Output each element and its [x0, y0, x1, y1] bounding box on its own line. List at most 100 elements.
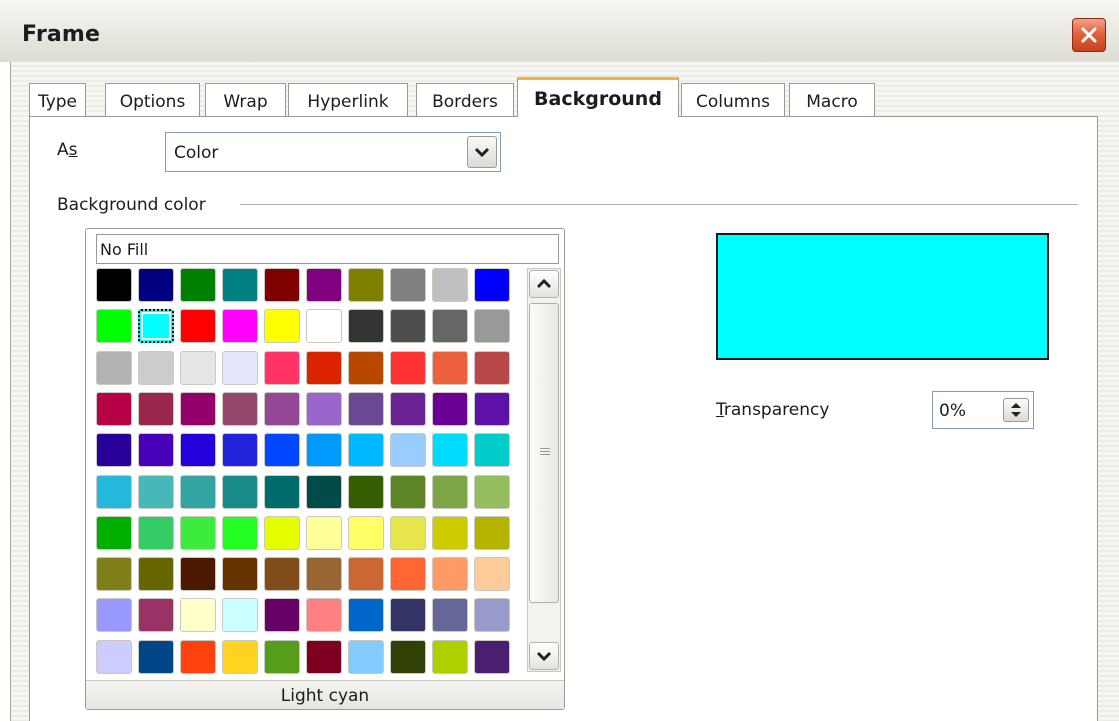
tab-hyperlink[interactable]: Hyperlink	[288, 83, 408, 116]
color-swatch[interactable]	[264, 557, 300, 592]
tab-wrap[interactable]: Wrap	[205, 83, 286, 116]
tab-options[interactable]: Options	[105, 83, 200, 116]
color-swatch[interactable]	[474, 309, 510, 344]
color-swatch[interactable]	[138, 391, 174, 426]
color-swatch[interactable]	[390, 268, 426, 302]
color-swatch[interactable]	[96, 557, 132, 592]
color-swatch[interactable]	[474, 474, 510, 509]
color-swatch[interactable]	[306, 350, 342, 385]
color-swatch[interactable]	[390, 598, 426, 633]
color-swatch[interactable]	[222, 268, 258, 302]
color-swatch[interactable]	[348, 268, 384, 302]
color-swatch[interactable]	[96, 515, 132, 550]
color-swatch[interactable]	[180, 268, 216, 302]
color-swatch[interactable]	[96, 350, 132, 385]
color-swatch[interactable]	[348, 639, 384, 674]
color-swatch[interactable]	[474, 433, 510, 468]
color-swatch[interactable]	[390, 474, 426, 509]
color-swatch[interactable]	[180, 639, 216, 674]
color-swatch[interactable]	[348, 515, 384, 550]
color-swatch[interactable]	[222, 557, 258, 592]
color-swatch[interactable]	[138, 639, 174, 674]
color-swatch[interactable]	[306, 309, 342, 344]
color-swatch[interactable]	[138, 557, 174, 592]
color-swatch[interactable]	[138, 268, 174, 302]
color-swatch[interactable]	[222, 391, 258, 426]
color-swatch[interactable]	[264, 433, 300, 468]
color-swatch[interactable]	[222, 598, 258, 633]
color-swatch[interactable]	[306, 515, 342, 550]
color-swatch[interactable]	[222, 639, 258, 674]
color-swatch[interactable]	[180, 598, 216, 633]
color-swatch[interactable]	[348, 350, 384, 385]
color-swatch[interactable]	[474, 598, 510, 633]
color-swatch[interactable]	[180, 557, 216, 592]
color-swatch[interactable]	[474, 639, 510, 674]
color-swatch[interactable]	[138, 433, 174, 468]
transparency-spin-button[interactable]	[1003, 398, 1029, 422]
color-swatch[interactable]	[180, 515, 216, 550]
color-swatch[interactable]	[96, 268, 132, 302]
color-swatch[interactable]	[264, 350, 300, 385]
color-swatch[interactable]	[432, 515, 468, 550]
color-swatch[interactable]	[264, 598, 300, 633]
color-swatch[interactable]	[306, 557, 342, 592]
scroll-down-button[interactable]	[529, 642, 559, 670]
color-swatch[interactable]	[432, 309, 468, 344]
color-swatch[interactable]	[138, 598, 174, 633]
color-swatch[interactable]	[138, 309, 174, 344]
color-swatch[interactable]	[264, 639, 300, 674]
color-swatch[interactable]	[96, 433, 132, 468]
tab-borders[interactable]: Borders	[416, 83, 514, 116]
color-swatch[interactable]	[264, 268, 300, 302]
color-swatch[interactable]	[180, 350, 216, 385]
color-swatch[interactable]	[306, 474, 342, 509]
color-swatch[interactable]	[474, 557, 510, 592]
color-swatch[interactable]	[138, 515, 174, 550]
close-button[interactable]	[1072, 18, 1106, 52]
color-swatch[interactable]	[222, 433, 258, 468]
color-swatch[interactable]	[306, 268, 342, 302]
color-swatch[interactable]	[432, 350, 468, 385]
color-swatch[interactable]	[348, 391, 384, 426]
color-swatch[interactable]	[264, 474, 300, 509]
color-swatch[interactable]	[474, 350, 510, 385]
color-swatch[interactable]	[306, 639, 342, 674]
color-swatch[interactable]	[180, 391, 216, 426]
color-swatch[interactable]	[474, 268, 510, 302]
color-swatch[interactable]	[432, 391, 468, 426]
color-swatch[interactable]	[264, 515, 300, 550]
scroll-thumb[interactable]	[529, 303, 559, 603]
color-swatch[interactable]	[432, 268, 468, 302]
color-swatch[interactable]	[222, 350, 258, 385]
color-swatch[interactable]	[222, 309, 258, 344]
color-swatch[interactable]	[96, 598, 132, 633]
color-swatch[interactable]	[264, 309, 300, 344]
color-swatch[interactable]	[348, 557, 384, 592]
color-swatch[interactable]	[348, 433, 384, 468]
color-swatch[interactable]	[390, 309, 426, 344]
color-swatch[interactable]	[432, 639, 468, 674]
color-swatch[interactable]	[306, 433, 342, 468]
color-swatch[interactable]	[180, 309, 216, 344]
color-swatch[interactable]	[96, 639, 132, 674]
color-swatch[interactable]	[96, 391, 132, 426]
scroll-up-button[interactable]	[529, 270, 559, 298]
transparency-spinbox[interactable]: 0%	[932, 391, 1034, 429]
no-fill-option[interactable]: No Fill	[96, 234, 559, 264]
color-swatch[interactable]	[306, 598, 342, 633]
tab-background[interactable]: Background	[517, 77, 679, 117]
color-swatch[interactable]	[474, 515, 510, 550]
color-swatch[interactable]	[432, 433, 468, 468]
color-swatch[interactable]	[348, 598, 384, 633]
color-swatch[interactable]	[138, 350, 174, 385]
tab-macro[interactable]: Macro	[789, 83, 875, 116]
color-swatch[interactable]	[432, 598, 468, 633]
tab-type[interactable]: Type	[29, 83, 86, 116]
as-select[interactable]: Color	[165, 132, 501, 172]
color-swatch[interactable]	[180, 474, 216, 509]
color-swatch[interactable]	[222, 474, 258, 509]
color-swatch[interactable]	[432, 557, 468, 592]
color-swatch[interactable]	[390, 557, 426, 592]
as-dropdown-button[interactable]	[467, 136, 497, 168]
